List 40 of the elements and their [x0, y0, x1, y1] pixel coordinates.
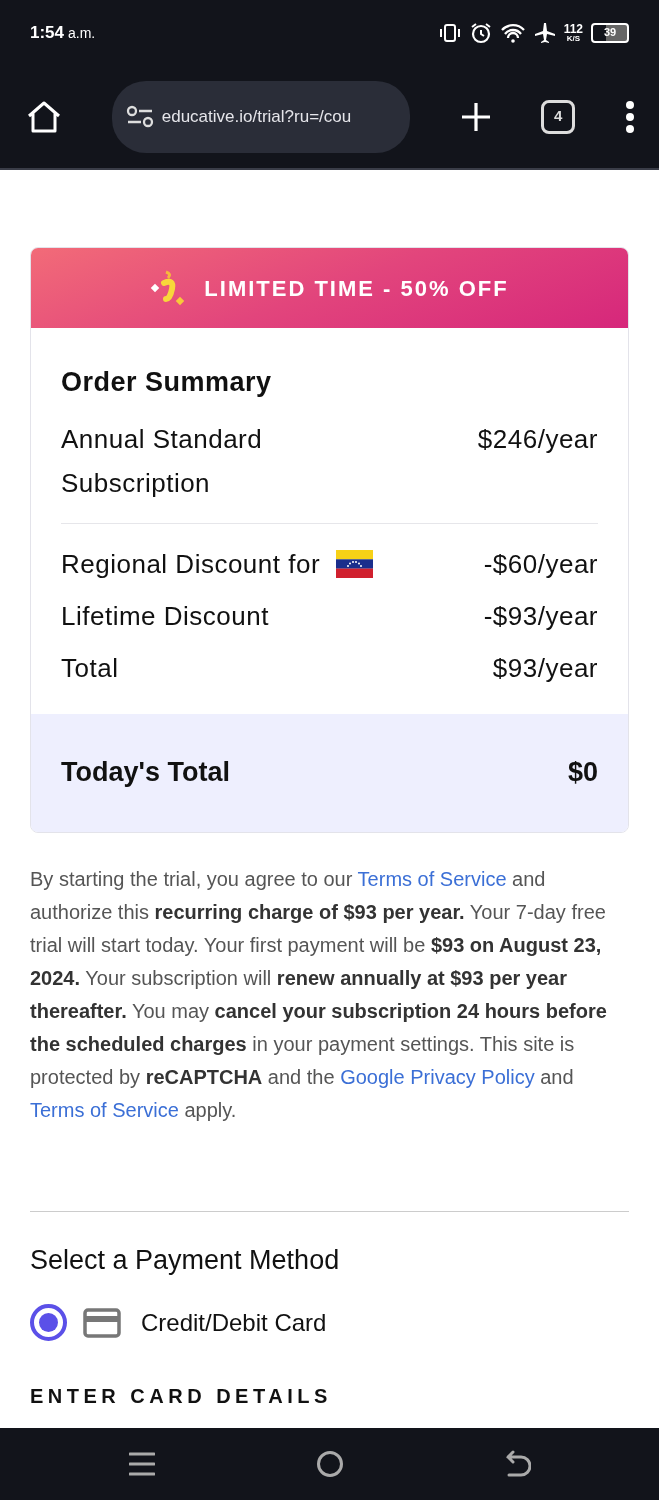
network-speed: 112: [563, 22, 583, 35]
line-amount: $93/year: [492, 651, 598, 685]
address-bar[interactable]: educative.io/trial?ru=/cou: [111, 80, 410, 153]
order-summary-title: Order Summary: [61, 366, 273, 399]
menu-icon[interactable]: [128, 1451, 155, 1477]
terms-link[interactable]: Google Privacy Policy: [340, 1065, 535, 1088]
alarm-icon: [469, 21, 492, 44]
more-menu-icon[interactable]: [625, 100, 635, 133]
todays-total-amount: $0: [567, 756, 598, 790]
speed-unit: K/S: [566, 34, 580, 43]
terms-link[interactable]: Terms of Service: [30, 1098, 179, 1121]
home-button-icon[interactable]: [315, 1450, 344, 1478]
line-label: Annual Standard Subscription: [61, 422, 264, 500]
vibrate-icon: [437, 22, 462, 43]
line-amount: $246/year: [477, 422, 598, 456]
battery-level: 39: [603, 25, 617, 41]
site-settings-icon[interactable]: [125, 104, 154, 129]
todays-total-label: Today's Total: [61, 756, 230, 790]
clock-meridiem: a.m.: [68, 23, 96, 43]
terms-link[interactable]: Terms of Service: [357, 867, 507, 890]
url-text: educative.io/trial?ru=/cou: [161, 105, 352, 128]
home-icon[interactable]: [26, 99, 62, 134]
promo-text: LIMITED TIME - 50% OFF: [204, 274, 509, 303]
line-amount: -$93/year: [483, 599, 598, 633]
payment-option-label: Credit/Debit Card: [141, 1307, 327, 1338]
line-label: Lifetime Discount: [61, 599, 269, 633]
radio-button[interactable]: [30, 1304, 67, 1341]
tab-switcher-button[interactable]: 4: [541, 99, 576, 134]
credit-card-icon: [83, 1307, 121, 1338]
wifi-icon: [499, 22, 526, 43]
payment-method-title: Select a Payment Method: [30, 1243, 341, 1277]
legal-text: By starting the trial, you agree to our Terms of Service and authorize this recurring charge of $93 per year. Your 7-day free trial will start today. Your first payment will be $93 on August 23, 2024. Your subscription will renew annually at $93 per year thereafter. You may cancel your subscription 24 hours before the scheduled charges in your payment settings. This site is protected by reCAPTCHA and the Google Privacy Policy and Terms of Service apply.: [30, 866, 608, 1123]
section-heading: ENTER CARD DETAILS: [30, 1384, 333, 1409]
airplane-icon: [533, 21, 556, 44]
line-label: Total: [61, 651, 119, 685]
back-icon[interactable]: [504, 1450, 531, 1478]
new-tab-icon[interactable]: [459, 100, 492, 133]
clock-time: 1:54: [30, 21, 65, 44]
line-label: Regional Discount for: [61, 547, 321, 581]
line-amount: -$60/year: [483, 547, 598, 581]
